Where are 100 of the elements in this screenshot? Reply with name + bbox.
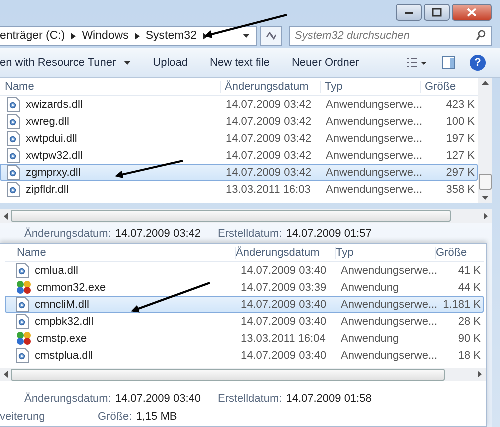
scroll-right-icon[interactable] <box>484 212 488 220</box>
column-header[interactable]: Änderungsdatum <box>235 246 335 258</box>
refresh-button[interactable] <box>260 26 282 46</box>
minimize-icon <box>404 10 414 14</box>
file-row[interactable]: zgmprxy.dll 14.07.2009 03:42 Anwendungserwe... 297 K <box>0 164 478 181</box>
size-cell-text: 358 K <box>445 184 476 196</box>
breadcrumb[interactable]: Windows <box>82 30 129 42</box>
search-field[interactable]: System32 durchsuchen <box>289 26 492 46</box>
refresh-icon <box>265 31 277 41</box>
file-name: xwtpw32.dll <box>26 150 83 162</box>
size-cell-text: 90 K <box>457 332 482 344</box>
scroll-thumb[interactable] <box>11 210 451 222</box>
type-cell-text: Anwendungserwe... <box>325 166 421 178</box>
file-row[interactable]: xwizards.dll 14.07.2009 03:42 Anwendungserwe... 423 K <box>0 96 478 113</box>
dll-file-icon <box>7 97 21 112</box>
help-button[interactable]: ? <box>470 54 486 70</box>
size-cell-text: 100 K <box>445 116 476 128</box>
column-header[interactable]: Änderungsdatum <box>220 80 320 92</box>
size-cell-text: 127 K <box>445 150 476 162</box>
file-row[interactable]: cmpbk32.dll 14.07.2009 03:40 Anwendungserwe... 28 K <box>5 313 484 330</box>
minimize-button[interactable] <box>396 4 422 21</box>
dll-file-icon <box>16 263 30 278</box>
date-cell-text: 14.07.2009 03:40 <box>240 316 328 328</box>
type-cell-text: Anwendungserwe... <box>340 350 436 362</box>
dll-file-icon <box>7 131 21 146</box>
type-cell-text: Anwendung <box>340 332 400 344</box>
file-name: zgmprxy.dll <box>26 166 81 178</box>
file-name: cmpbk32.dll <box>35 316 94 328</box>
date-cell-text: 14.07.2009 03:42 <box>225 98 313 110</box>
scroll-thumb[interactable] <box>11 368 445 380</box>
file-row[interactable]: cmstp.exe 13.03.2011 16:04 Anwendung 90 K <box>5 330 484 347</box>
scroll-left-icon[interactable] <box>4 371 8 378</box>
column-header[interactable]: Name <box>0 80 220 92</box>
horizontal-scrollbar[interactable] <box>0 368 486 381</box>
preview-pane-icon[interactable] <box>442 56 456 70</box>
file-row[interactable]: zipfldr.dll 13.03.2011 16:03 Anwendungserwe... 358 K <box>0 181 478 198</box>
type-cell-text: Anwendungserwe... <box>325 116 421 128</box>
column-header[interactable]: Typ <box>335 246 435 258</box>
file-name: zipfldr.dll <box>26 184 69 196</box>
column-header[interactable]: Größe <box>435 246 484 258</box>
detail-label: Erstelldatum: <box>218 393 282 405</box>
breadcrumb[interactable]: System32 <box>146 30 197 42</box>
chevron-icon <box>202 32 208 40</box>
vertical-scrollbar[interactable] <box>478 78 492 203</box>
chevron-icon <box>71 32 76 40</box>
column-header[interactable]: Name <box>5 246 235 258</box>
detail-label: veiterung <box>0 411 46 423</box>
date-cell-text: 14.07.2009 03:39 <box>240 282 328 294</box>
type-cell-text: Anwendungserwe... <box>340 298 436 310</box>
size-cell-text: 197 K <box>445 132 476 144</box>
detail-label: Erstelldatum: <box>218 228 282 240</box>
view-options-icon[interactable] <box>406 56 428 68</box>
detail-value: 14.07.2009 03:40 <box>115 393 201 405</box>
date-cell-text: 14.07.2009 03:40 <box>240 350 328 362</box>
file-name: cmlua.dll <box>35 264 78 276</box>
file-name: cmstp.exe <box>37 332 88 344</box>
toolbar-button[interactable]: Neuer Ordner <box>288 56 364 68</box>
scroll-right-icon[interactable] <box>478 371 482 378</box>
file-row[interactable]: cmncliM.dll 14.07.2009 03:40 Anwendungserwe... 1.181 K <box>5 296 484 313</box>
date-cell-text: 14.07.2009 03:42 <box>225 116 313 128</box>
detail-value: 1,15 MB <box>136 411 178 423</box>
file-row[interactable]: xwreg.dll 14.07.2009 03:42 Anwendungserwe... 100 K <box>0 113 478 130</box>
date-cell-text: 14.07.2009 03:42 <box>225 150 313 162</box>
horizontal-scrollbar[interactable] <box>0 209 492 223</box>
scroll-down-icon[interactable] <box>482 196 488 200</box>
close-button[interactable] <box>452 4 492 21</box>
dll-file-icon <box>16 314 30 329</box>
column-header[interactable]: Typ <box>320 80 420 92</box>
file-row[interactable]: xwtpdui.dll 14.07.2009 03:42 Anwendungserwe... 197 K <box>0 130 478 147</box>
scroll-up-icon[interactable] <box>482 81 488 85</box>
maximize-button[interactable] <box>424 4 450 21</box>
toolbar-button[interactable]: Upload <box>149 56 192 68</box>
file-row[interactable]: cmmon32.exe 14.07.2009 03:39 Anwendung 44 K <box>5 279 484 296</box>
date-cell-text: 14.07.2009 03:42 <box>225 132 313 144</box>
type-cell-text: Anwendungserwe... <box>325 150 421 162</box>
file-row[interactable]: cmstplua.dll 14.07.2009 03:40 Anwendungserwe... 18 K <box>5 347 484 364</box>
close-icon <box>467 8 477 17</box>
scroll-thumb[interactable] <box>478 174 492 190</box>
detail-label: Änderungsdatum: <box>24 228 112 240</box>
toolbar-button[interactable]: New text file <box>206 56 274 68</box>
date-cell-text: 14.07.2009 03:40 <box>240 264 328 276</box>
file-row[interactable]: cmlua.dll 14.07.2009 03:40 Anwendungserwe... 41 K <box>5 262 484 279</box>
application-icon <box>16 280 32 295</box>
file-name: cmmon32.exe <box>37 282 106 294</box>
search-icon <box>476 30 486 41</box>
size-cell-text: 44 K <box>457 282 482 294</box>
dropdown-icon[interactable] <box>243 34 250 38</box>
breadcrumb[interactable]: enträger (C:) <box>0 30 66 42</box>
size-cell-text: 18 K <box>457 350 482 362</box>
date-cell-text: 14.07.2009 03:42 <box>225 166 313 178</box>
address-bar[interactable]: enträger (C:) Windows System32 <box>0 26 257 46</box>
scroll-left-icon[interactable] <box>4 212 8 220</box>
file-name: xwreg.dll <box>26 116 70 128</box>
size-cell-text: 423 K <box>445 98 476 110</box>
maximize-icon <box>432 8 442 17</box>
dll-file-icon <box>7 165 21 180</box>
file-row[interactable]: xwtpw32.dll 14.07.2009 03:42 Anwendungserwe... 127 K <box>0 147 478 164</box>
toolbar-button[interactable]: en with Resource Tuner <box>0 56 136 68</box>
dll-file-icon <box>7 148 21 163</box>
annotation-arrow <box>115 160 184 179</box>
